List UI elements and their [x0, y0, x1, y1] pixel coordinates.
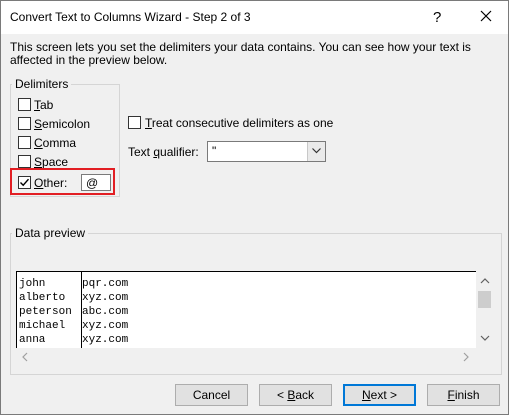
- consecutive-checkbox-box[interactable]: [128, 116, 141, 129]
- preview-cell: alberto: [19, 292, 66, 304]
- checkmark-icon: [20, 178, 30, 187]
- space-checkbox-box[interactable]: [18, 155, 31, 168]
- scroll-down-icon[interactable]: [479, 332, 491, 344]
- text-qualifier-value: ": [212, 144, 217, 158]
- data-preview-pane[interactable]: john pqr.com alberto xyz.com peterson ab…: [16, 271, 478, 350]
- comma-checkbox-label[interactable]: Comma: [34, 136, 76, 150]
- preview-cell: xyz.com: [82, 292, 129, 304]
- semicolon-checkbox-label[interactable]: Semicolon: [34, 117, 90, 131]
- other-checkbox-box[interactable]: [18, 176, 31, 189]
- semicolon-checkbox-box[interactable]: [18, 117, 31, 130]
- consecutive-checkbox-label[interactable]: Treat consecutive delimiters as one: [145, 116, 333, 130]
- dialog-title: Convert Text to Columns Wizard - Step 2 …: [10, 10, 251, 24]
- scroll-right-icon[interactable]: [460, 351, 472, 363]
- space-checkbox-label[interactable]: Space: [34, 155, 68, 169]
- preview-cell: xyz.com: [82, 320, 129, 332]
- data-preview-legend: Data preview: [12, 226, 89, 240]
- other-checkbox-label[interactable]: Other:: [34, 176, 67, 190]
- preview-cell: pqr.com: [82, 278, 129, 290]
- title-bar: Convert Text to Columns Wizard - Step 2 …: [1, 1, 508, 34]
- close-icon[interactable]: [475, 5, 497, 27]
- other-delimiter-input[interactable]: @: [81, 174, 111, 191]
- description-text: This screen lets you set the delimiters …: [10, 40, 471, 67]
- tab-checkbox-box[interactable]: [18, 98, 31, 111]
- scrollbar-corner: [476, 348, 493, 365]
- chevron-down-icon[interactable]: [307, 142, 325, 161]
- preview-cell: abc.com: [82, 306, 129, 318]
- finish-button[interactable]: Finish: [427, 384, 500, 406]
- next-button[interactable]: Next >: [343, 384, 416, 406]
- cancel-button[interactable]: Cancel: [175, 384, 248, 406]
- vertical-scrollbar[interactable]: [476, 271, 493, 348]
- preview-cell: xyz.com: [82, 334, 129, 346]
- comma-checkbox-box[interactable]: [18, 136, 31, 149]
- scroll-thumb[interactable]: [478, 291, 491, 308]
- tab-checkbox-label[interactable]: Tab: [34, 98, 53, 112]
- text-qualifier-select[interactable]: ": [207, 141, 326, 162]
- text-qualifier-label: Text qualifier:: [128, 145, 199, 159]
- preview-cell: michael: [19, 320, 66, 332]
- preview-cell: peterson: [19, 306, 72, 318]
- preview-cell: anna: [19, 334, 46, 346]
- scroll-left-icon[interactable]: [19, 351, 31, 363]
- text-to-columns-dialog: Convert Text to Columns Wizard - Step 2 …: [0, 0, 509, 415]
- horizontal-scrollbar[interactable]: [16, 348, 476, 365]
- scroll-up-icon[interactable]: [479, 275, 491, 287]
- preview-cell: john: [19, 278, 46, 290]
- delimiters-legend: Delimiters: [12, 77, 72, 91]
- back-button[interactable]: < Back: [259, 384, 332, 406]
- help-button[interactable]: ?: [433, 9, 441, 26]
